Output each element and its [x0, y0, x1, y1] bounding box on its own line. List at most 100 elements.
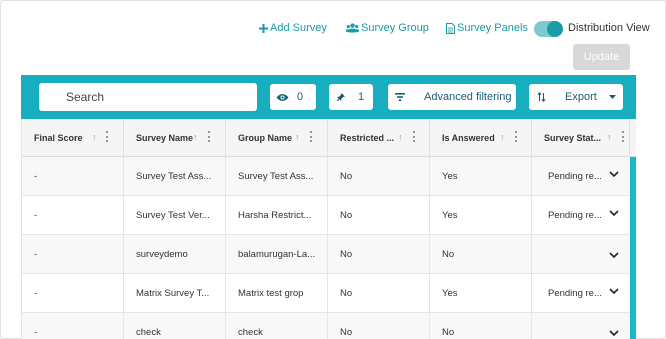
survey-panels-label: Survey Panels [457, 22, 528, 34]
sort-arrow-icon[interactable]: ↑ [295, 132, 300, 142]
pinned-columns-button[interactable]: 1 [329, 84, 373, 110]
cell-survey-name: Matrix Survey T... [124, 274, 226, 312]
export-button[interactable]: Export [529, 84, 623, 110]
cell-is-answered: Yes [430, 274, 532, 312]
cell-survey-name: surveydemo [124, 235, 226, 273]
cell-survey-status[interactable] [532, 235, 630, 273]
cell-restricted: No [328, 235, 430, 273]
cell-survey-name: Survey Test Ass... [124, 157, 226, 195]
column-header-final-score[interactable]: Final Score ↑ [22, 119, 124, 157]
cell-group-name: balamurugan-La... [226, 235, 328, 273]
cell-is-answered: No [430, 313, 532, 339]
survey-table: Final Score ↑ Survey Name ↑ Group Name ↑… [21, 119, 636, 339]
status-value: Pending re... [548, 171, 602, 182]
document-icon [446, 22, 455, 34]
column-label: Survey Name [136, 133, 194, 143]
cell-restricted: No [328, 313, 430, 339]
caret-down-icon [608, 95, 616, 99]
add-survey-label: Add Survey [270, 22, 327, 34]
sort-arrows-icon [537, 92, 546, 102]
column-header-survey-name[interactable]: Survey Name ↑ [124, 119, 226, 157]
cell-final-score: - [22, 157, 124, 195]
cell-is-answered: Yes [430, 196, 532, 234]
survey-group-link[interactable]: Survey Group [346, 22, 429, 34]
column-menu-icon[interactable] [621, 131, 624, 142]
update-button[interactable]: Update [573, 44, 630, 70]
table-row[interactable]: - Survey Test Ass... Survey Test Ass... … [22, 157, 630, 196]
column-header-group-name[interactable]: Group Name ↑ [226, 119, 328, 157]
visible-count: 0 [297, 91, 304, 103]
cell-survey-status[interactable]: Pending re... [532, 196, 630, 234]
chevron-down-icon[interactable] [609, 330, 619, 337]
column-header-restricted[interactable]: Restricted ... ↑ [328, 119, 430, 157]
top-actions: Add Survey Survey Group Survey Panels Di… [1, 21, 666, 39]
advanced-filtering-label: Advanced filtering [424, 91, 512, 103]
status-value: Pending re... [548, 210, 602, 221]
sort-arrow-icon[interactable]: ↑ [398, 132, 403, 142]
cell-restricted: No [328, 274, 430, 312]
column-menu-icon[interactable] [514, 131, 517, 142]
distribution-view-toggle[interactable] [534, 21, 563, 37]
sort-arrow-icon[interactable]: ↑ [607, 132, 612, 142]
table-toolbar: 0 1 Advanced filtering Exp [21, 75, 636, 119]
pinned-count: 1 [358, 91, 365, 103]
cell-final-score: - [22, 196, 124, 234]
column-menu-icon[interactable] [309, 131, 312, 142]
toggle-knob [547, 21, 563, 37]
export-label: Export [565, 91, 597, 103]
status-value: Pending re... [548, 288, 602, 299]
column-label: Is Answered [442, 133, 495, 143]
column-menu-icon[interactable] [105, 131, 108, 142]
cell-is-answered: Yes [430, 157, 532, 195]
search-input[interactable] [39, 83, 257, 111]
table-row[interactable]: - Matrix Survey T... Matrix test grop No… [22, 274, 630, 313]
cell-survey-name: check [124, 313, 226, 339]
column-label: Survey Stat... [544, 133, 602, 143]
chevron-down-icon[interactable] [609, 252, 619, 259]
column-label: Final Score [34, 133, 83, 143]
table-row[interactable]: - check check No No [22, 313, 630, 339]
sort-arrow-icon[interactable]: ↑ [92, 132, 97, 142]
filter-icon [395, 93, 405, 101]
table-row[interactable]: - surveydemo balamurugan-La... No No [22, 235, 630, 274]
users-icon [346, 23, 359, 33]
cell-is-answered: No [430, 235, 532, 273]
chevron-down-icon[interactable] [609, 210, 619, 217]
add-survey-link[interactable]: Add Survey [259, 22, 327, 34]
sort-arrow-icon[interactable]: ↑ [500, 132, 505, 142]
cell-group-name: Matrix test grop [226, 274, 328, 312]
column-menu-icon[interactable] [412, 131, 415, 142]
chevron-down-icon[interactable] [609, 288, 619, 295]
pin-icon [336, 93, 345, 102]
table-header: Final Score ↑ Survey Name ↑ Group Name ↑… [22, 119, 636, 157]
visible-columns-button[interactable]: 0 [270, 84, 316, 110]
cell-survey-status[interactable]: Pending re... [532, 274, 630, 312]
chevron-down-icon[interactable] [609, 171, 619, 178]
eye-icon [276, 93, 289, 101]
cell-survey-status[interactable]: Pending re... [532, 157, 630, 195]
sort-arrow-icon[interactable]: ↑ [193, 132, 198, 142]
distribution-view-label: Distribution View [568, 22, 650, 34]
survey-panels-link[interactable]: Survey Panels [446, 22, 528, 34]
plus-icon [259, 23, 268, 33]
cell-final-score: - [22, 274, 124, 312]
column-header-survey-status[interactable]: Survey Stat... ↑ [532, 119, 630, 157]
cell-group-name: check [226, 313, 328, 339]
column-label: Group Name [238, 133, 293, 143]
cell-restricted: No [328, 196, 430, 234]
column-label: Restricted ... [340, 133, 395, 143]
table-row[interactable]: - Survey Test Ver... Harsha Restrict... … [22, 196, 630, 235]
cell-group-name: Harsha Restrict... [226, 196, 328, 234]
search-icon [48, 91, 49, 92]
cell-restricted: No [328, 157, 430, 195]
survey-group-label: Survey Group [361, 22, 429, 34]
survey-panel: Add Survey Survey Group Survey Panels Di… [0, 0, 666, 339]
column-header-is-answered[interactable]: Is Answered ↑ [430, 119, 532, 157]
cell-survey-status[interactable] [532, 313, 630, 339]
cell-final-score: - [22, 235, 124, 273]
cell-final-score: - [22, 313, 124, 339]
advanced-filtering-button[interactable]: Advanced filtering [388, 84, 516, 110]
column-menu-icon[interactable] [207, 131, 210, 142]
vertical-scrollbar[interactable] [630, 157, 636, 339]
cell-survey-name: Survey Test Ver... [124, 196, 226, 234]
